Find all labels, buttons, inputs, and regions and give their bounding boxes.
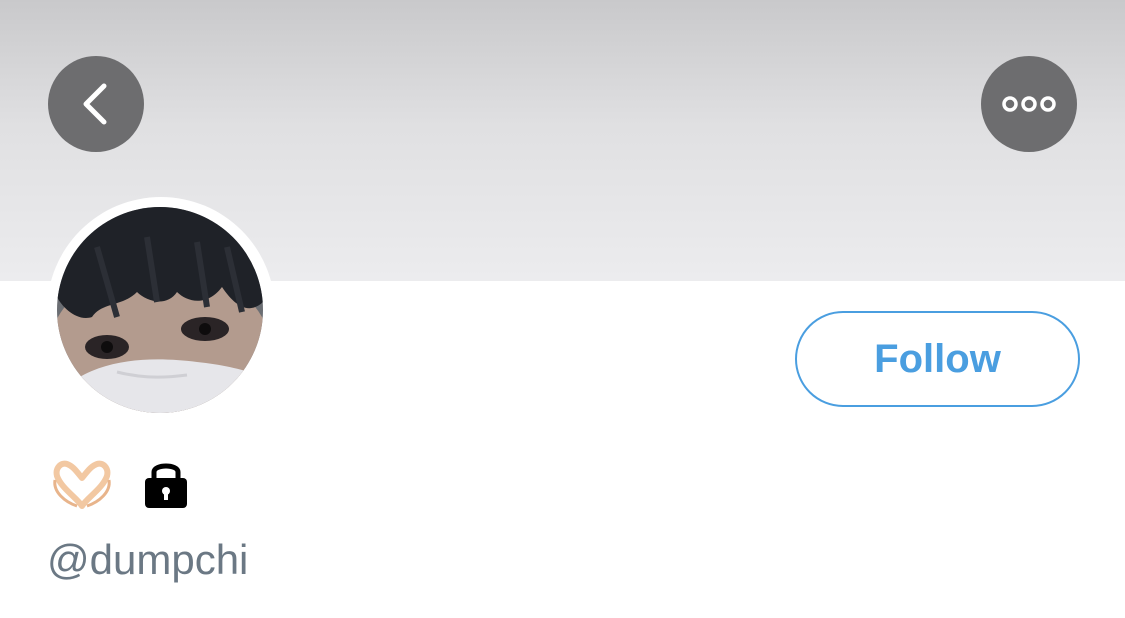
chevron-left-icon [83, 83, 107, 125]
more-options-button[interactable] [981, 56, 1077, 152]
lock-icon [145, 463, 187, 508]
ellipsis-icon [1002, 96, 1056, 112]
display-name [47, 456, 191, 512]
heart-hands-icon [53, 460, 111, 509]
user-handle: @dumpchi [47, 536, 249, 583]
follow-button[interactable]: Follow [795, 311, 1080, 407]
avatar[interactable] [57, 207, 263, 413]
back-button[interactable] [48, 56, 144, 152]
avatar-image [57, 207, 263, 413]
